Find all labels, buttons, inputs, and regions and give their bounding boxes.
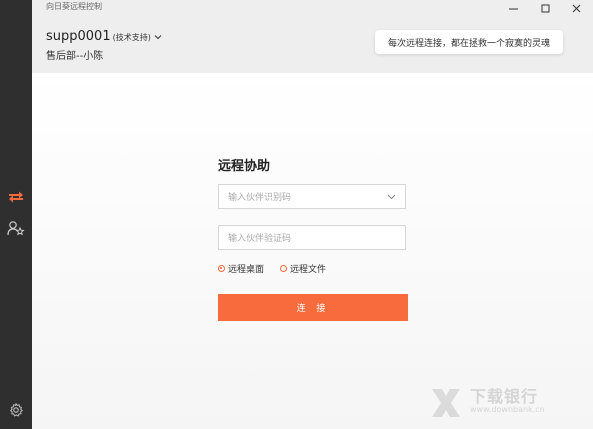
slogan-bubble: 每次远程连接，都在拯救一个寂寞的灵魂 [375, 30, 563, 54]
radio-label: 远程桌面 [228, 265, 265, 275]
contacts-icon [7, 221, 25, 236]
partner-code-placeholder: 输入伙伴验证码 [228, 234, 292, 244]
account-header: supp0001 (技术支持) 售后部--小陈 每次远程连接，都在拯救一个寂寞的… [32, 16, 593, 73]
chevron-down-icon [154, 34, 162, 40]
minimize-button[interactable] [500, 0, 526, 16]
maximize-button[interactable] [532, 0, 558, 16]
radio-remote-file[interactable]: 远程文件 [280, 262, 326, 275]
sidebar-item-contacts[interactable] [0, 214, 32, 242]
watermark-url: www.downbank.cn [470, 405, 545, 414]
account-switcher[interactable]: supp0001 (技术支持) [46, 29, 162, 44]
watermark-text: 下载银行 [470, 387, 539, 406]
chevron-down-icon[interactable] [387, 194, 396, 200]
sidebar-item-remote-assist[interactable] [0, 183, 32, 211]
radio-unselected-icon [280, 265, 288, 272]
title-bar: 向日葵远程控制 [32, 0, 593, 16]
radio-remote-desktop[interactable]: 远程桌面 [218, 262, 264, 275]
settings-button[interactable] [0, 396, 32, 424]
app-title: 向日葵远程控制 [46, 2, 102, 11]
user-name: 售后部--小陈 [46, 51, 104, 62]
main-panel: 远程协助 输入伙伴识别码 输入伙伴验证码 远程桌面 远程文件 连 接 [32, 73, 593, 429]
page-title: 远程协助 [218, 159, 271, 174]
maximize-icon [541, 4, 549, 12]
close-button[interactable] [563, 0, 589, 16]
partner-id-input[interactable]: 输入伙伴识别码 [218, 184, 406, 209]
partner-code-input[interactable]: 输入伙伴验证码 [218, 225, 406, 250]
close-icon [572, 4, 580, 12]
remote-assist-icon [9, 191, 23, 203]
connect-button[interactable]: 连 接 [218, 294, 408, 321]
radio-selected-icon [218, 265, 225, 272]
minimize-icon [508, 8, 518, 9]
user-id: supp0001 [46, 29, 111, 44]
gear-icon [9, 403, 23, 417]
watermark-logo-icon [432, 389, 460, 417]
connection-mode: 远程桌面 远程文件 [218, 262, 342, 275]
sidebar [0, 0, 32, 429]
partner-id-placeholder: 输入伙伴识别码 [228, 193, 292, 203]
user-role-tag: (技术支持) [112, 33, 151, 42]
radio-label: 远程文件 [290, 265, 327, 275]
watermark: 下载银行 www.downbank.cn [426, 383, 586, 423]
